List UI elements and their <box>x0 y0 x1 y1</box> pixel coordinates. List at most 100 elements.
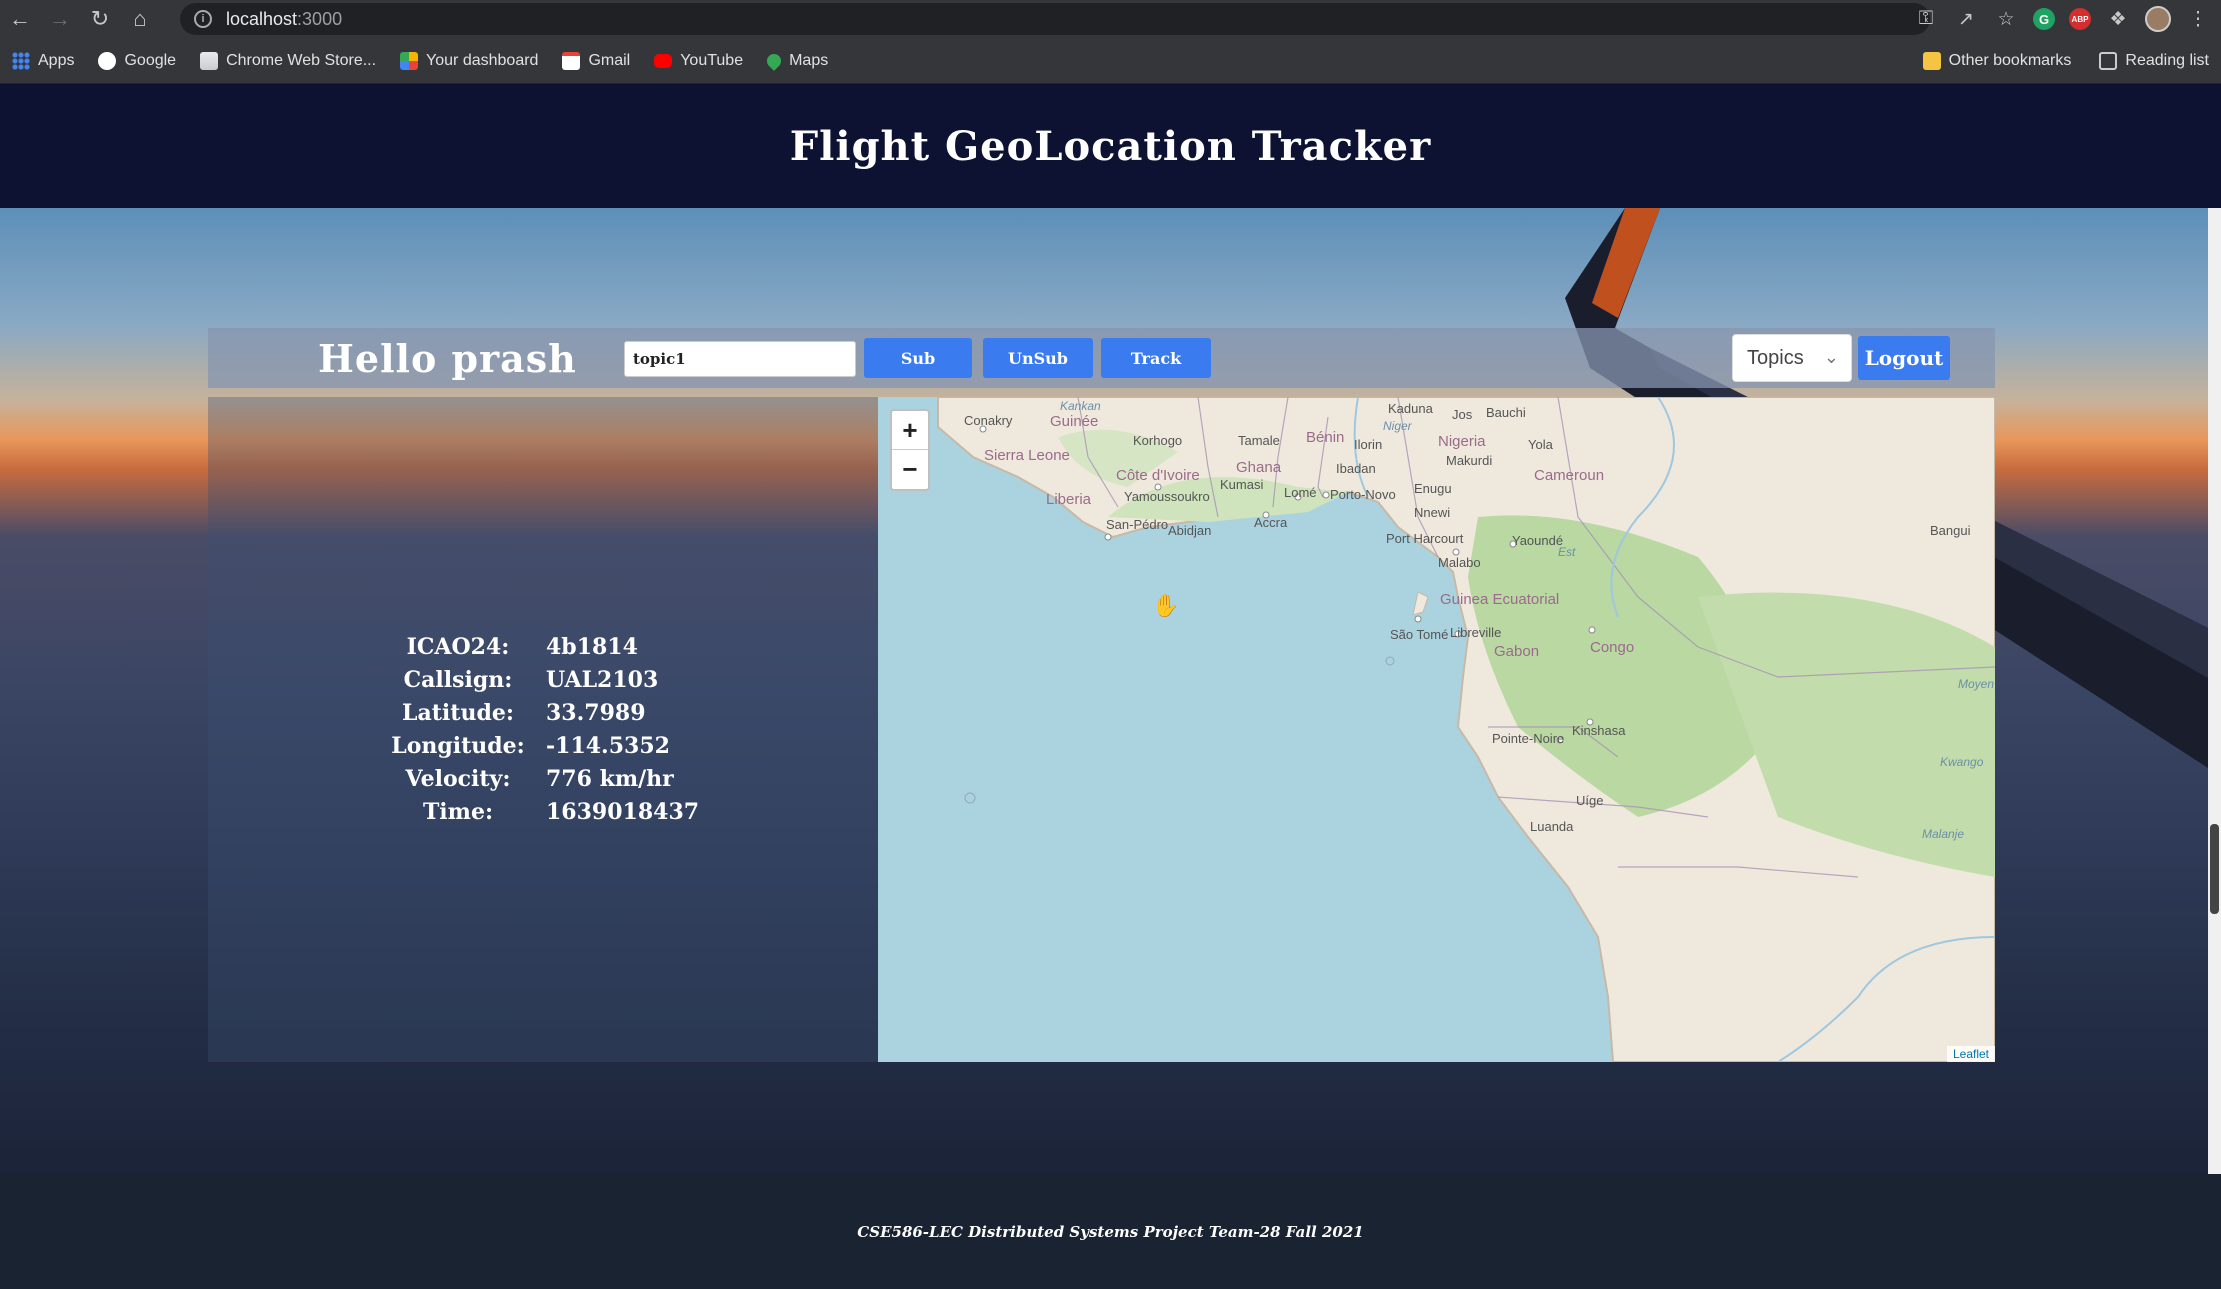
bookmark-youtube[interactable]: YouTube <box>654 52 743 70</box>
velocity-value: 776 km/hr <box>546 766 674 792</box>
icao24-label: ICAO24: <box>406 634 510 660</box>
chrome-web-store-icon <box>200 51 219 70</box>
sub-button[interactable]: Sub <box>864 338 972 378</box>
map-label: Bangui <box>1930 523 1971 538</box>
map-label: Côte d'Ivoire <box>1116 467 1200 484</box>
map-label: Pointe-Noire <box>1492 731 1565 746</box>
toolbar-actions: ⚿ ↗ ☆ G ABP ❖ ⋮ <box>1913 0 2211 38</box>
callsign-label: Callsign: <box>403 667 513 693</box>
page-scrollbar-thumb[interactable] <box>2210 824 2219 914</box>
map-label: Nnewi <box>1414 505 1451 520</box>
apps-grid-icon <box>12 51 30 70</box>
bookmark-your-dashboard[interactable]: Your dashboard <box>400 51 539 70</box>
flight-info-list: ICAO24: 4b1814 Callsign: UAL2103 Latitud… <box>378 634 728 825</box>
map-label: Malabo <box>1438 555 1481 570</box>
address-bar[interactable]: i localhost:3000 <box>180 3 1930 35</box>
forward-icon[interactable]: → <box>40 0 80 38</box>
map-label: Yamoussoukro <box>1124 489 1210 504</box>
map-label: Guinea Ecuatorial <box>1440 591 1560 608</box>
callsign-value: UAL2103 <box>546 667 659 693</box>
map-label: Kinshasa <box>1572 723 1626 738</box>
bookmark-chrome-web-store[interactable]: Chrome Web Store... <box>200 51 377 70</box>
browser-toolbar: ← → ↻ ⌂ i localhost:3000 ⚿ ↗ ☆ G ABP ❖ ⋮ <box>0 0 2221 38</box>
reload-icon[interactable]: ↻ <box>80 0 120 38</box>
map-label: Kaduna <box>1388 401 1433 416</box>
reading-list-icon <box>2099 52 2118 70</box>
folder-icon <box>1922 52 1941 70</box>
adblock-extension-icon[interactable]: ABP <box>2069 8 2091 30</box>
map-label: Ghana <box>1236 459 1282 476</box>
map-label: Libreville <box>1450 625 1502 640</box>
bookmark-gmail[interactable]: Gmail <box>562 51 630 70</box>
back-icon[interactable]: ← <box>0 0 40 38</box>
bookmark-apps[interactable]: Apps <box>12 51 75 70</box>
map-label: Ilorin <box>1354 437 1383 452</box>
bookmark-label: Apps <box>38 51 75 69</box>
map-label: Enugu <box>1414 481 1452 496</box>
map-label: Niger <box>1383 419 1412 433</box>
track-button[interactable]: Track <box>1101 338 1211 378</box>
bookmarks-right: Other bookmarks Reading list <box>1922 38 2209 84</box>
greeting-text: Hello prash <box>318 335 577 381</box>
map-label: Nigeria <box>1438 433 1486 450</box>
map-label: Congo <box>1590 639 1635 656</box>
map-attribution-link[interactable]: Leaflet <box>1946 1046 1995 1062</box>
footer-text: CSE586-LEC Distributed Systems Project T… <box>857 1222 1364 1241</box>
dashboard-icon <box>400 51 419 70</box>
zoom-in-button[interactable]: + <box>892 411 928 450</box>
profile-avatar[interactable] <box>2145 6 2171 32</box>
unsub-button[interactable]: UnSub <box>983 338 1093 378</box>
map-label: Est <box>1558 545 1576 559</box>
google-icon <box>98 51 117 70</box>
bookmark-google[interactable]: Google <box>98 51 177 70</box>
map-label: Moyen <box>1958 677 1995 691</box>
flight-info-panel: ICAO24: 4b1814 Callsign: UAL2103 Latitud… <box>208 397 878 1062</box>
time-value: 1639018437 <box>546 799 700 825</box>
bookmark-label: Chrome Web Store... <box>226 51 377 69</box>
share-icon[interactable]: ↗ <box>1953 6 1979 32</box>
map-label: Gabon <box>1494 643 1540 660</box>
topics-dropdown-label: Topics <box>1747 346 1804 369</box>
reading-list[interactable]: Reading list <box>2099 52 2209 70</box>
bookmark-maps[interactable]: Maps <box>764 50 828 71</box>
flight-map[interactable]: Conakry Guinée Kankan Sierra Leone Korho… <box>878 397 1995 1062</box>
time-label: Time: <box>422 799 494 825</box>
url-text: localhost:3000 <box>226 9 342 30</box>
topic-input[interactable] <box>624 341 856 377</box>
map-label: Sierra Leone <box>984 447 1070 464</box>
home-icon[interactable]: ⌂ <box>120 0 160 38</box>
map-label: Conakry <box>964 413 1013 428</box>
topics-dropdown[interactable]: Topics ⌄ <box>1732 334 1852 382</box>
zoom-out-button[interactable]: − <box>892 450 928 489</box>
menu-kebab-icon[interactable]: ⋮ <box>2185 6 2211 32</box>
latitude-value: 33.7989 <box>546 700 646 726</box>
site-info-icon[interactable]: i <box>194 10 212 28</box>
page-scrollbar[interactable] <box>2208 208 2221 1174</box>
maps-icon <box>764 50 784 71</box>
grammarly-extension-icon[interactable]: G <box>2033 8 2055 30</box>
map-label: Uíge <box>1576 793 1604 808</box>
star-icon[interactable]: ☆ <box>1993 6 2019 32</box>
map-label: Cameroun <box>1534 467 1605 484</box>
map-label: Guinée <box>1050 413 1099 430</box>
reading-list-label: Reading list <box>2125 52 2209 69</box>
map-label: Port Harcourt <box>1386 531 1464 546</box>
key-icon[interactable]: ⚿ <box>1913 6 1939 32</box>
tracker-card: Hello prash Sub UnSub Track Topics ⌄ Log… <box>208 328 1995 1078</box>
youtube-icon <box>654 53 673 68</box>
map-label: San-Pédro <box>1106 517 1169 532</box>
other-bookmarks[interactable]: Other bookmarks <box>1922 52 2072 70</box>
map-label: Makurdi <box>1446 453 1493 468</box>
bookmark-label: Google <box>124 51 177 69</box>
map-label: Bénin <box>1306 429 1345 446</box>
logout-button[interactable]: Logout <box>1858 336 1950 380</box>
map-label: Kumasi <box>1220 477 1264 492</box>
map-label: Yola <box>1528 437 1553 452</box>
extensions-puzzle-icon[interactable]: ❖ <box>2105 6 2131 32</box>
app-header: Flight GeoLocation Tracker <box>0 84 2221 208</box>
other-bookmarks-label: Other bookmarks <box>1948 52 2072 69</box>
app-page: Flight GeoLocation Tracker Hello prash S… <box>0 84 2221 1289</box>
bookmark-label: Your dashboard <box>426 51 539 69</box>
map-label: Kankan <box>1060 399 1101 413</box>
velocity-label: Velocity: <box>405 766 511 792</box>
